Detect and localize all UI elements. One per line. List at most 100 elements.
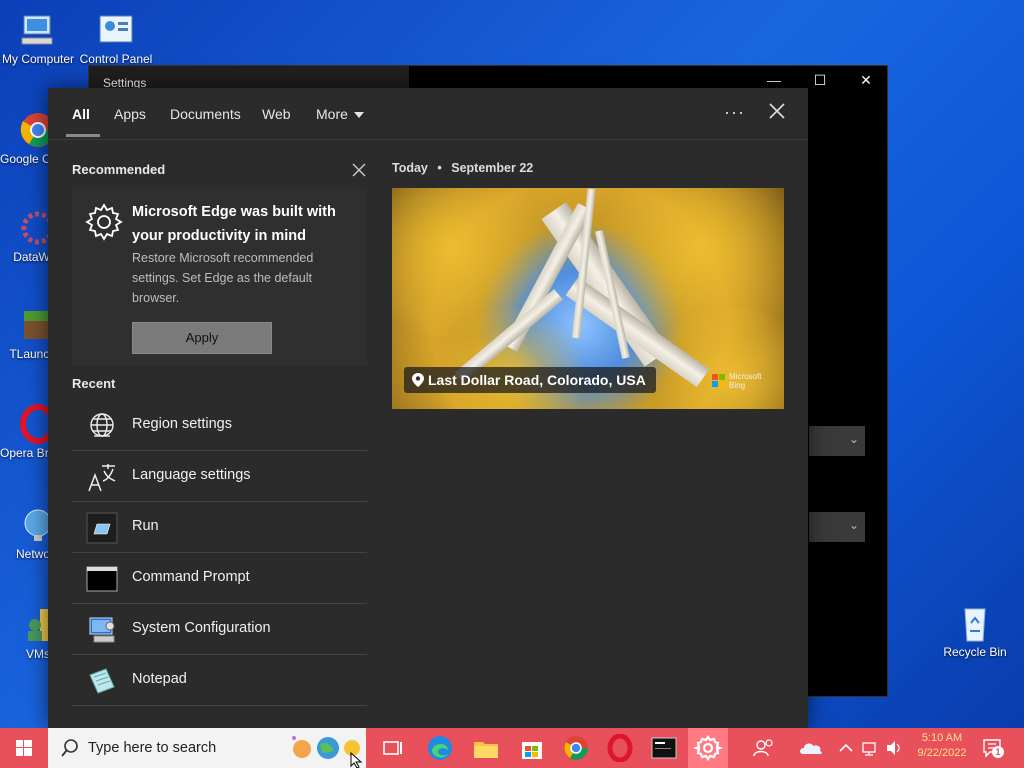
recent-item-system-configuration[interactable]: System Configuration bbox=[72, 604, 367, 655]
folder-icon bbox=[474, 742, 498, 758]
edge-taskbar-button[interactable] bbox=[426, 734, 454, 762]
gear-icon bbox=[84, 202, 124, 242]
bing-text-1: Microsoft bbox=[729, 372, 762, 381]
recycle-bin-icon bbox=[955, 603, 995, 643]
file-explorer-button[interactable] bbox=[472, 734, 500, 762]
start-button[interactable] bbox=[0, 728, 48, 768]
cmd-icon bbox=[86, 563, 118, 595]
desktop-icon-recycle-bin[interactable]: Recycle Bin bbox=[937, 603, 1013, 659]
recent-item-label: Region settings bbox=[132, 416, 232, 432]
cloud-icon bbox=[800, 743, 822, 754]
close-search-button[interactable] bbox=[766, 100, 788, 122]
gear-icon bbox=[692, 735, 724, 761]
language-icon bbox=[86, 461, 118, 493]
recent-item-label: System Configuration bbox=[132, 620, 271, 636]
desktop-icon-control-panel[interactable]: Control Panel bbox=[78, 10, 154, 66]
taskbar: Type here to search 5:10 AM 9/22/2022 1 bbox=[0, 728, 1024, 768]
task-view-icon bbox=[378, 734, 402, 762]
recent-list: Region settings Language settings Run Co… bbox=[72, 400, 367, 706]
chrome-icon bbox=[564, 736, 588, 760]
store-icon bbox=[522, 742, 542, 759]
tab-documents[interactable]: Documents bbox=[170, 106, 241, 122]
network-icon bbox=[862, 742, 876, 756]
settings-dropdown[interactable]: ⌄ bbox=[809, 426, 865, 456]
control-panel-icon bbox=[96, 10, 136, 50]
image-caption[interactable]: Last Dollar Road, Colorado, USA bbox=[404, 367, 656, 393]
task-view-button[interactable] bbox=[378, 734, 406, 762]
maximize-button[interactable]: ☐ bbox=[797, 72, 843, 89]
clock-date: 9/22/2022 bbox=[917, 747, 967, 759]
search-placeholder: Type here to search bbox=[88, 740, 217, 756]
recommended-card: Microsoft Edge was built with your produ… bbox=[72, 188, 367, 366]
recent-item-language-settings[interactable]: Language settings bbox=[72, 451, 367, 502]
clock[interactable]: 5:10 AM 9/22/2022 bbox=[904, 732, 980, 759]
today-header: Today • September 22 bbox=[392, 161, 533, 175]
recent-item-region-settings[interactable]: Region settings bbox=[72, 400, 367, 451]
recent-item-label: Language settings bbox=[132, 467, 251, 483]
notification-badge: 1 bbox=[992, 746, 1004, 758]
microsoft-store-button[interactable] bbox=[518, 734, 546, 762]
image-caption-text: Last Dollar Road, Colorado, USA bbox=[428, 372, 646, 388]
search-icon bbox=[60, 738, 80, 758]
search-panel: All Apps Documents Web More ··· Recommen… bbox=[48, 88, 808, 728]
chevron-down-icon: ⌄ bbox=[848, 518, 859, 532]
terminal-start-icon bbox=[651, 737, 677, 759]
settings-dropdown[interactable]: ⌄ bbox=[809, 512, 865, 542]
recent-heading: Recent bbox=[72, 376, 116, 391]
close-button[interactable]: ✕ bbox=[843, 72, 889, 89]
recent-item-label: Run bbox=[132, 518, 159, 534]
desktop-icon-label: Control Panel bbox=[79, 52, 153, 66]
tab-all[interactable]: All bbox=[72, 106, 90, 122]
chevron-up-icon bbox=[839, 743, 853, 752]
opera-icon bbox=[607, 733, 633, 763]
mouse-cursor bbox=[350, 751, 364, 768]
active-tab-indicator bbox=[66, 134, 100, 137]
windows-logo-icon bbox=[16, 740, 32, 756]
speaker-icon bbox=[887, 741, 900, 755]
settings-taskbar-button[interactable] bbox=[688, 728, 728, 768]
today-date: September 22 bbox=[451, 161, 534, 175]
more-options-button[interactable]: ··· bbox=[724, 102, 745, 123]
tab-more-label: More bbox=[316, 106, 348, 122]
people-button[interactable] bbox=[750, 734, 778, 762]
chevron-down-icon: ⌄ bbox=[848, 432, 859, 446]
apply-button[interactable]: Apply bbox=[132, 322, 272, 354]
recent-item-label: Notepad bbox=[132, 671, 187, 687]
desktop-icon-my-computer[interactable]: My Computer bbox=[0, 10, 76, 66]
action-center-button[interactable]: 1 bbox=[982, 738, 1004, 758]
location-pin-icon bbox=[412, 373, 424, 387]
dismiss-recommended-button[interactable] bbox=[352, 163, 366, 177]
taskbar-search-box[interactable]: Type here to search bbox=[48, 728, 366, 768]
desktop-icon-label: My Computer bbox=[1, 52, 75, 66]
people-icon bbox=[753, 739, 773, 757]
caret-down-icon bbox=[353, 112, 364, 119]
edge-icon bbox=[428, 736, 452, 760]
recommended-description: Restore Microsoft recommended settings. … bbox=[132, 251, 314, 305]
start-app-button[interactable] bbox=[650, 734, 678, 762]
recent-item-label: Command Prompt bbox=[132, 569, 250, 585]
onedrive-button[interactable] bbox=[797, 734, 825, 762]
close-icon bbox=[769, 103, 785, 119]
tab-more[interactable]: More bbox=[316, 106, 364, 122]
recent-item-notepad[interactable]: Notepad bbox=[72, 655, 367, 706]
run-icon bbox=[86, 512, 118, 544]
opera-taskbar-button[interactable] bbox=[606, 733, 634, 763]
notepad-icon bbox=[86, 665, 118, 697]
today-label: Today bbox=[392, 161, 428, 175]
globe-icon bbox=[86, 410, 118, 442]
microsoft-logo-icon bbox=[712, 374, 726, 388]
recommended-heading: Recommended bbox=[72, 162, 166, 177]
sysconfig-icon bbox=[86, 614, 118, 646]
cursor-icon bbox=[350, 751, 363, 768]
minimize-button[interactable]: — bbox=[751, 72, 797, 88]
recent-item-run[interactable]: Run bbox=[72, 502, 367, 553]
bing-image-card[interactable]: Last Dollar Road, Colorado, USA Microsof… bbox=[392, 188, 784, 409]
tab-web[interactable]: Web bbox=[262, 106, 291, 122]
recommended-title: Microsoft Edge was built with your produ… bbox=[132, 204, 336, 244]
recent-item-command-prompt[interactable]: Command Prompt bbox=[72, 553, 367, 604]
clock-time: 5:10 AM bbox=[921, 732, 963, 744]
chrome-taskbar-button[interactable] bbox=[562, 734, 590, 762]
computer-icon bbox=[18, 10, 58, 50]
tab-apps[interactable]: Apps bbox=[114, 106, 146, 122]
close-icon bbox=[352, 163, 366, 177]
